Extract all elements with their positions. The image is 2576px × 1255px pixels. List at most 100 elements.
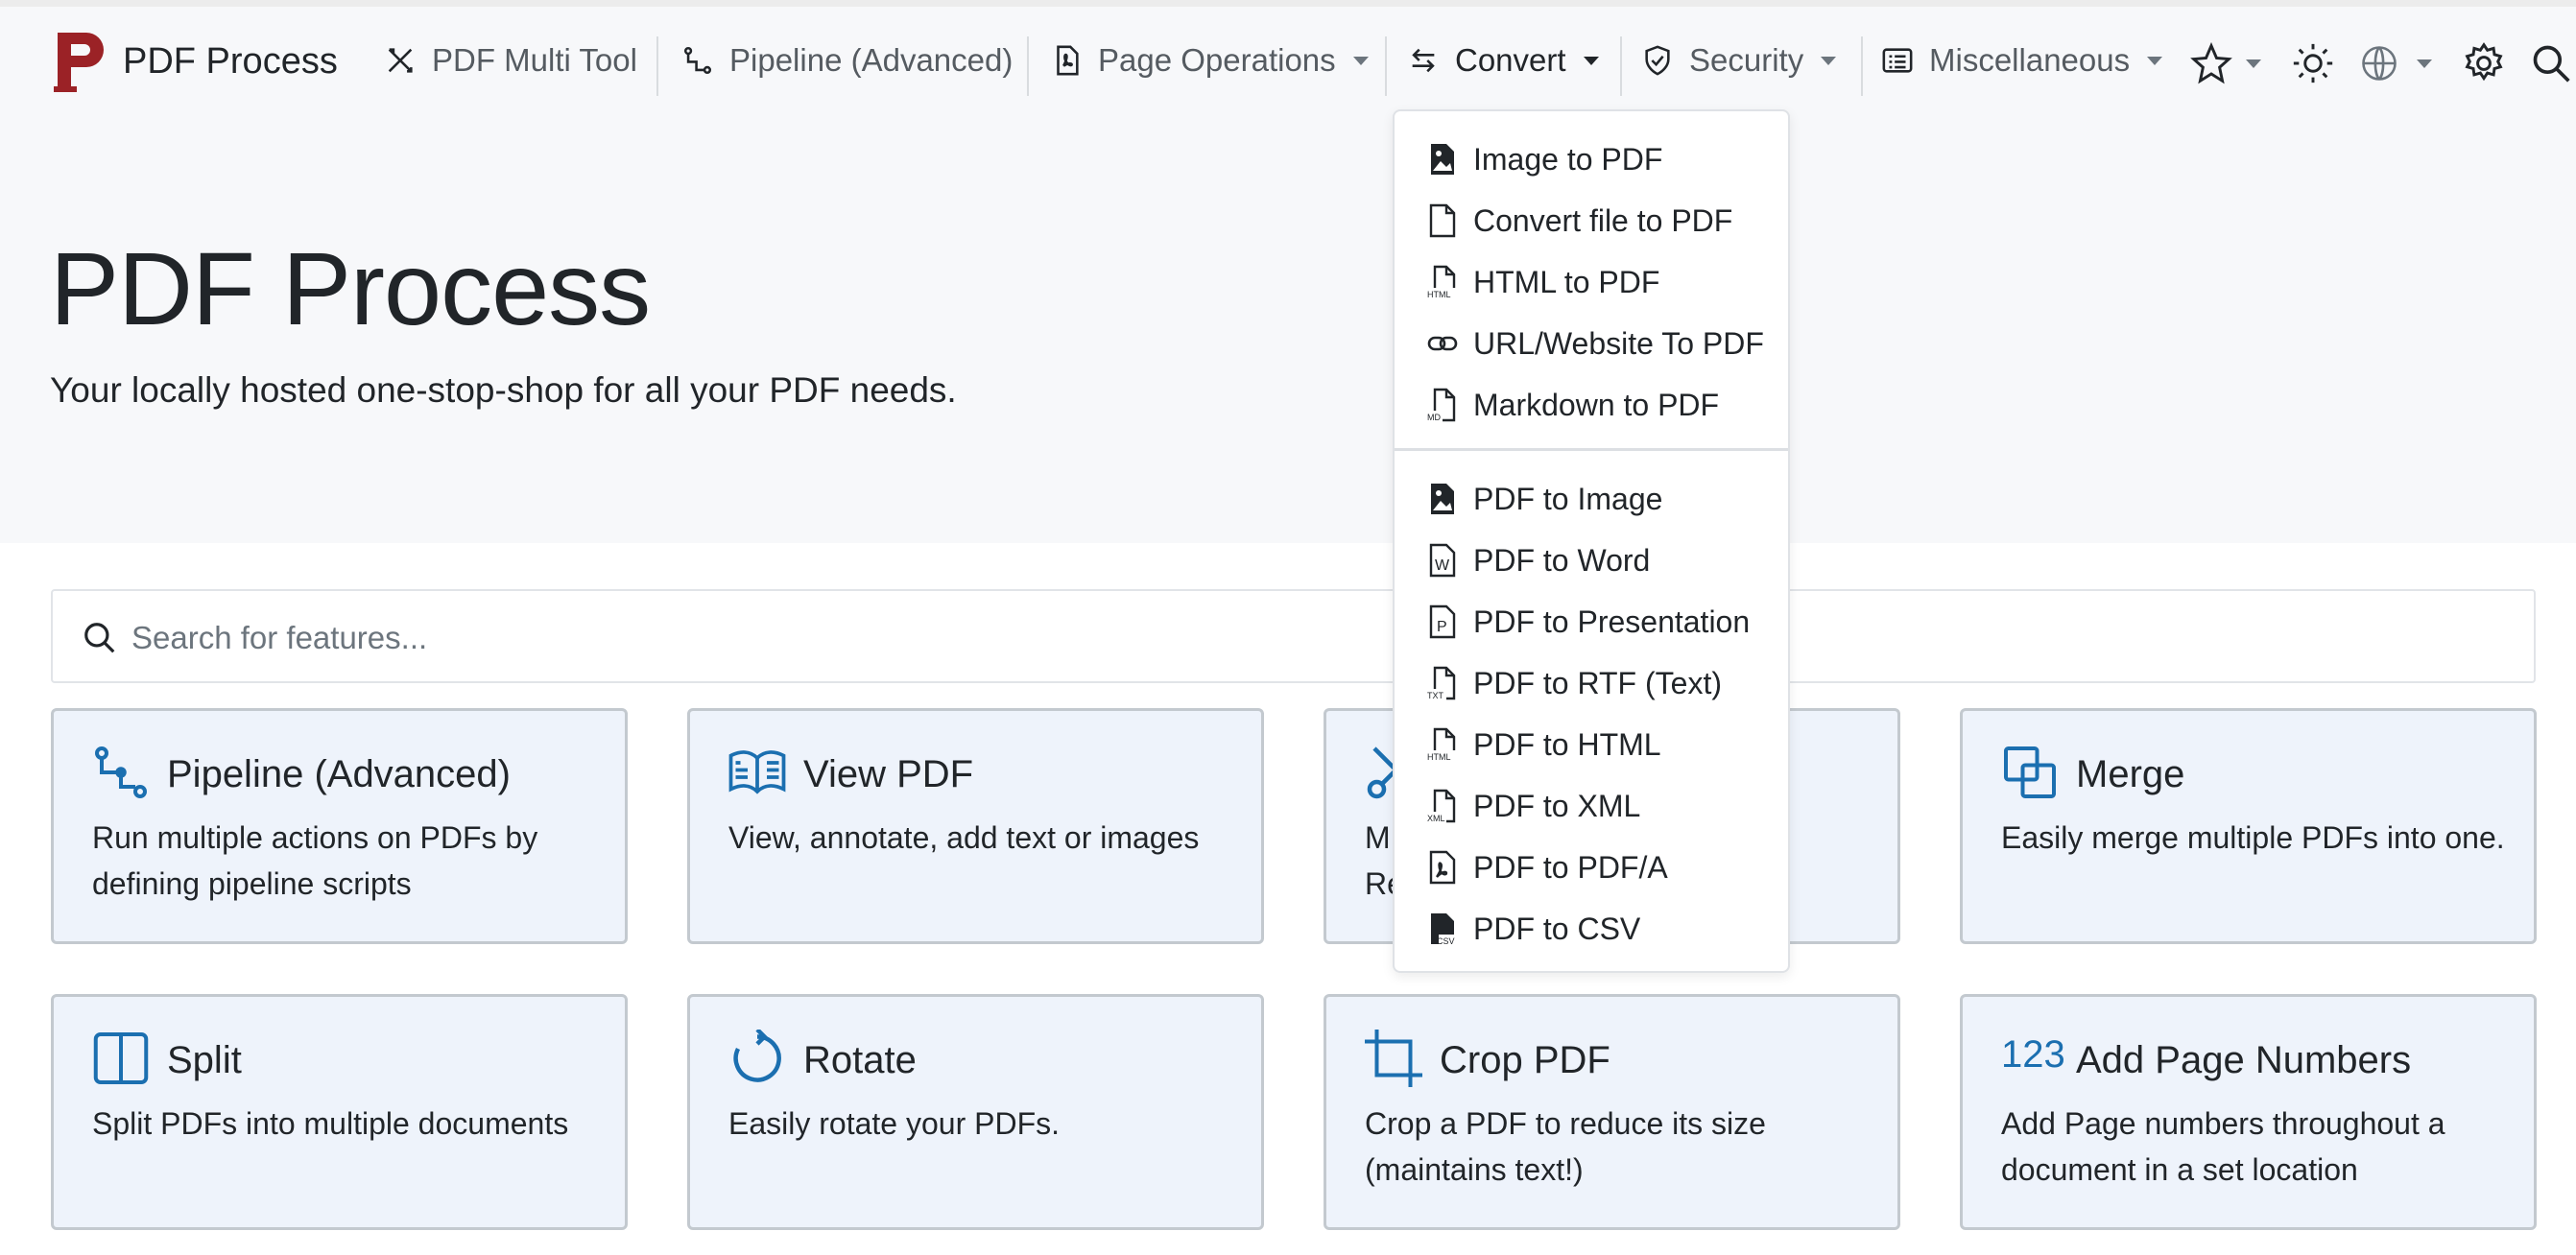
page-subtitle: Your locally hosted one-stop-shop for al… (50, 370, 957, 410)
menu-item-label: Image to PDF (1473, 142, 1663, 177)
pdf-file-icon (1057, 45, 1079, 76)
file-icon (1429, 203, 1456, 238)
merge-icon (2004, 746, 2056, 798)
menu-item-pdf-to-pdfa[interactable]: PDF to PDF/A (1395, 841, 1788, 894)
nav-pipeline[interactable]: Pipeline (Advanced) (681, 36, 1013, 84)
sun-icon[interactable] (2292, 42, 2334, 84)
menu-item-label: Convert file to PDF (1473, 203, 1733, 238)
nav-security[interactable]: Security (1641, 36, 1837, 84)
brand-link[interactable]: PDF Process (54, 23, 338, 100)
globe-icon[interactable] (2358, 42, 2400, 84)
card-title: Merge (2076, 753, 2185, 795)
menu-divider (1395, 448, 1788, 451)
page-title: PDF Process (50, 230, 651, 346)
card-title: Pipeline (Advanced) (167, 753, 511, 795)
pdf-file-icon (1429, 850, 1456, 885)
card-description: Crop a PDF to reduce its size (maintains… (1365, 1106, 1766, 1187)
pipeline-icon (95, 746, 147, 798)
chevron-down-icon (1352, 56, 1369, 65)
nav-separator (1385, 36, 1387, 96)
txt-tag: TXT (1427, 691, 1444, 700)
card-split[interactable]: Split Split PDFs into multiple documents (51, 994, 628, 1230)
star-icon[interactable] (2190, 42, 2232, 84)
split-icon (93, 1032, 149, 1084)
menu-item-pdf-to-html[interactable]: HTML PDF to HTML (1395, 718, 1788, 771)
shield-icon (1645, 45, 1670, 76)
card-title: Split (167, 1039, 242, 1081)
presentation-file-icon: P (1429, 604, 1456, 639)
card-description: Split PDFs into multiple documents (92, 1106, 569, 1141)
tools-icon (388, 48, 413, 73)
txt-file-icon: TXT (1427, 666, 1456, 700)
menu-item-pdf-to-image[interactable]: PDF to Image (1395, 472, 1788, 526)
menu-item-label: PDF to Image (1473, 482, 1663, 516)
menu-item-markdown-to-pdf[interactable]: MD Markdown to PDF (1395, 378, 1788, 432)
presentation-tag: P (1437, 619, 1447, 635)
card-view-pdf[interactable]: View PDF View, annotate, add text or ima… (687, 708, 1264, 944)
nav-separator (1027, 36, 1029, 96)
nav-miscellaneous[interactable]: Miscellaneous (1881, 36, 2163, 84)
menu-item-url-to-pdf[interactable]: URL/Website To PDF (1395, 317, 1788, 370)
html-tag: HTML (1427, 752, 1451, 762)
feature-search (51, 589, 2536, 683)
xml-tag: XML (1427, 814, 1445, 823)
menu-item-pdf-to-word[interactable]: W PDF to Word (1395, 533, 1788, 587)
search-icon[interactable] (2530, 42, 2572, 84)
markdown-file-icon: MD (1427, 388, 1456, 422)
nav-separator (1620, 36, 1622, 96)
search-input[interactable] (130, 612, 2514, 664)
nav-pipeline-label: Pipeline (Advanced) (729, 42, 1014, 78)
chevron-down-icon (1583, 56, 1599, 65)
card-description: View, annotate, add text or images (728, 820, 1200, 855)
menu-item-label: Markdown to PDF (1473, 388, 1720, 422)
card-description: Easily merge multiple PDFs into one. (2001, 820, 2505, 855)
favorites-dropdown-caret[interactable] (2246, 59, 2261, 68)
nav-page-operations-label: Page Operations (1098, 42, 1336, 78)
card-merge[interactable]: Merge Easily merge multiple PDFs into on… (1960, 708, 2537, 944)
menu-item-label: PDF to RTF (Text) (1473, 666, 1722, 700)
csv-tag: CSV (1437, 936, 1455, 946)
card-crop[interactable]: Crop PDF Crop a PDF to reduce its size (… (1324, 994, 1900, 1230)
nav-separator (1861, 36, 1863, 96)
html-file-icon: HTML (1427, 727, 1456, 762)
card-title: View PDF (803, 753, 974, 795)
pipeline-icon (683, 46, 712, 75)
crop-icon (1365, 1030, 1422, 1087)
menu-item-label: HTML to PDF (1473, 265, 1660, 299)
menu-item-pdf-to-csv[interactable]: CSV PDF to CSV (1395, 902, 1788, 956)
card-add-page-numbers[interactable]: 123 Add Page Numbers Add Page numbers th… (1960, 994, 2537, 1230)
card-rotate[interactable]: Rotate Easily rotate your PDFs. (687, 994, 1264, 1230)
nav-convert[interactable]: Convert (1407, 36, 1599, 84)
word-tag: W (1435, 557, 1450, 574)
link-icon (1427, 336, 1458, 351)
menu-item-label: PDF to Presentation (1473, 604, 1751, 639)
card-title: Add Page Numbers (2076, 1039, 2412, 1081)
book-icon (728, 750, 786, 794)
menu-item-pdf-to-xml[interactable]: XML PDF to XML (1395, 779, 1788, 833)
menu-item-label: URL/Website To PDF (1473, 326, 1764, 361)
md-tag: MD (1427, 413, 1441, 422)
nav-page-operations[interactable]: Page Operations (1050, 36, 1369, 84)
gear-icon[interactable] (2463, 42, 2505, 84)
menu-item-convert-file-to-pdf[interactable]: Convert file to PDF (1395, 194, 1788, 248)
nav-separator (656, 36, 658, 96)
csv-file-icon: CSV (1431, 913, 1455, 946)
brand-name: PDF Process (123, 40, 338, 82)
card-pipeline[interactable]: Pipeline (Advanced) Run multiple actions… (51, 708, 628, 944)
menu-item-label: PDF to PDF/A (1473, 850, 1668, 885)
xml-file-icon: XML (1427, 789, 1456, 823)
language-dropdown-caret[interactable] (2417, 59, 2432, 68)
nav-multi-tool-label: PDF Multi Tool (432, 42, 637, 78)
menu-item-pdf-to-rtf[interactable]: TXT PDF to RTF (Text) (1395, 656, 1788, 710)
convert-dropdown-menu: Image to PDF Convert file to PDF HTML HT… (1393, 109, 1790, 973)
menu-item-html-to-pdf[interactable]: HTML HTML to PDF (1395, 255, 1788, 309)
list-card-icon (1882, 48, 1913, 73)
numbers-icon: 123 (2001, 1033, 2065, 1076)
card-description: Run multiple actions on PDFs by defining… (92, 820, 538, 901)
nav-security-label: Security (1689, 42, 1804, 78)
nav-multi-tool[interactable]: PDF Multi Tool (384, 36, 637, 84)
nav-convert-label: Convert (1455, 42, 1566, 78)
arrows-exchange-icon (1412, 48, 1435, 73)
menu-item-pdf-to-presentation[interactable]: P PDF to Presentation (1395, 595, 1788, 649)
menu-item-image-to-pdf[interactable]: Image to PDF (1395, 132, 1788, 186)
